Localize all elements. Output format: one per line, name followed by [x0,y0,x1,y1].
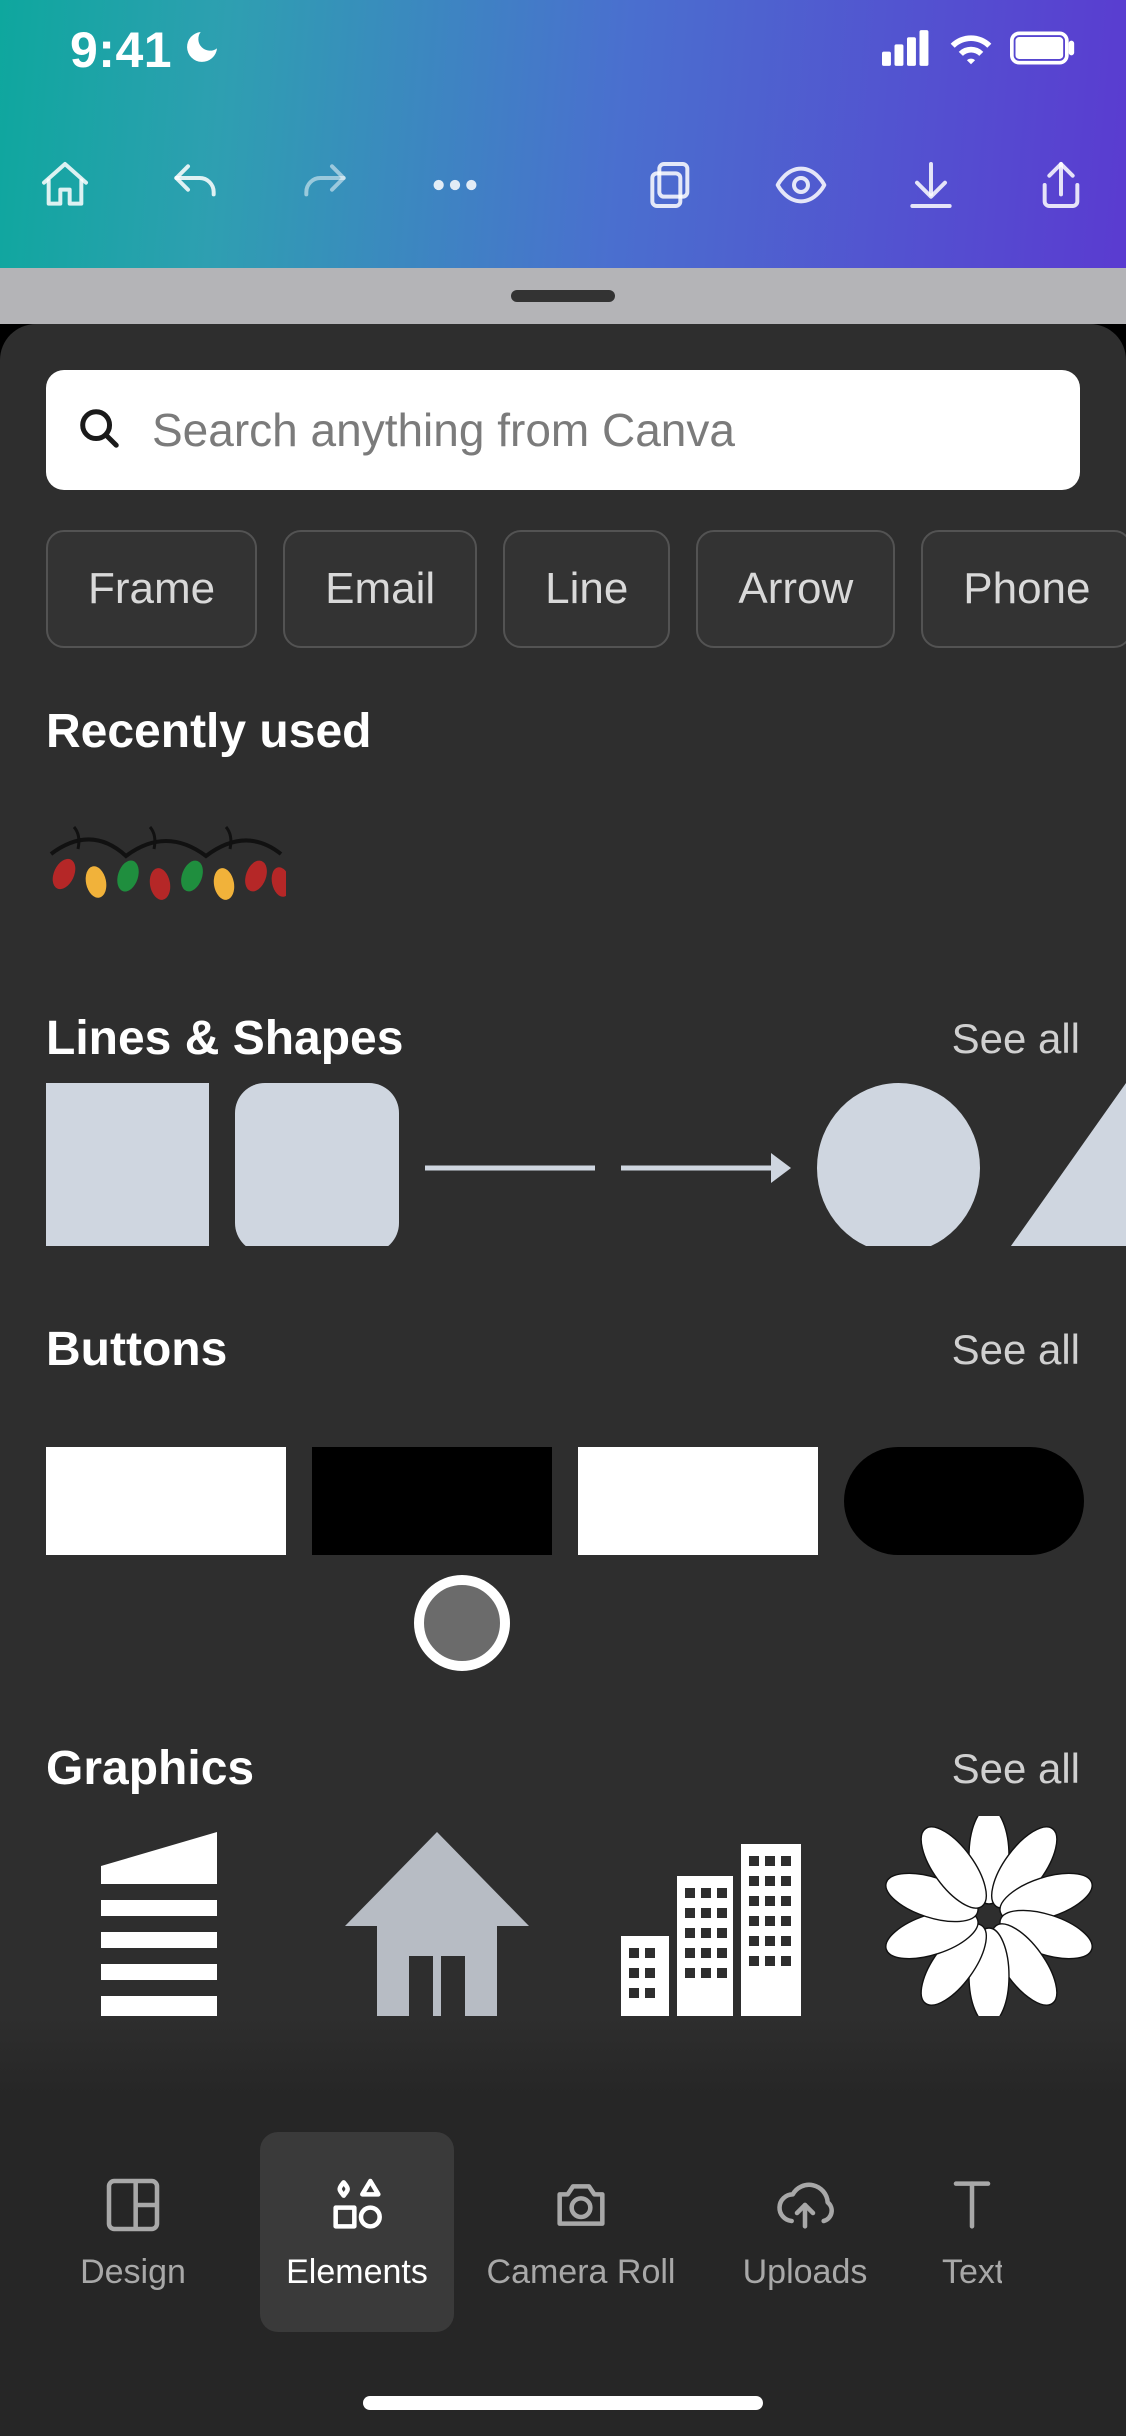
battery-icon [1010,31,1076,70]
see-all-lines[interactable]: See all [952,1015,1080,1063]
nav-label: Uploads [743,2253,868,2292]
element-triangle[interactable] [1006,1083,1126,1246]
nav-label: Design [80,2253,186,2292]
element-button-white-rect[interactable] [46,1447,286,1555]
editor-toolbar [0,120,1126,250]
section-title-graphics: Graphics [46,1741,254,1796]
section-title-buttons: Buttons [46,1322,227,1377]
nav-elements[interactable]: Elements [260,2132,454,2332]
more-button[interactable] [390,145,520,225]
nav-uploads[interactable]: Uploads [708,2132,902,2332]
chip-email[interactable]: Email [283,530,477,648]
home-button[interactable] [0,145,130,225]
section-title-lines: Lines & Shapes [46,1011,403,1066]
share-button[interactable] [996,145,1126,225]
graphics-row [0,1796,1126,2016]
chip-frame[interactable]: Frame [46,530,257,648]
element-button-black-pill[interactable] [844,1447,1084,1555]
moon-icon [182,21,222,79]
element-graphic-flower[interactable] [874,1816,1104,2016]
nav-text[interactable]: Text [932,2132,1012,2332]
redo-button[interactable] [260,145,390,225]
nav-label: Elements [286,2253,428,2292]
buttons-row [46,1447,1126,1555]
element-button-black-rect[interactable] [312,1447,552,1555]
element-arrow[interactable] [621,1083,791,1246]
element-graphic-house[interactable] [322,1816,552,2016]
suggestion-chips: Frame Email Line Arrow Phone Instagram [0,490,1126,648]
element-button-white-rect-2[interactable] [578,1447,818,1555]
home-indicator[interactable] [363,2396,763,2410]
app-header: 9:41 [0,0,1126,268]
element-rounded-square[interactable] [235,1083,398,1246]
nav-label: Text [942,2253,1002,2292]
element-square[interactable] [46,1083,209,1246]
see-all-graphics[interactable]: See all [952,1745,1080,1793]
nav-camera-roll[interactable]: Camera Roll [484,2132,678,2332]
wifi-icon [948,25,994,76]
element-line[interactable] [425,1083,595,1246]
element-button-more[interactable] [1110,1447,1126,1555]
search-icon [76,405,122,456]
pages-button[interactable] [606,145,736,225]
cellular-icon [882,30,932,71]
chip-arrow[interactable]: Arrow [696,530,895,648]
element-graphic-city[interactable] [598,1816,828,2016]
chip-line[interactable]: Line [503,530,670,648]
sheet-grabber[interactable] [511,290,615,302]
search-input[interactable] [152,403,1050,457]
undo-button[interactable] [130,145,260,225]
bottom-nav: Design Elements Camera Roll [0,2096,1126,2436]
element-string-lights[interactable] [46,814,286,934]
status-time: 9:41 [70,21,172,79]
status-bar: 9:41 [0,0,1126,100]
shapes-row [0,1066,1126,1246]
element-circle[interactable] [817,1083,980,1246]
nav-label: Camera Roll [487,2253,676,2292]
search-field[interactable] [46,370,1080,490]
see-all-buttons[interactable]: See all [952,1326,1080,1374]
nav-design[interactable]: Design [36,2132,230,2332]
download-button[interactable] [866,145,996,225]
preview-button[interactable] [736,145,866,225]
elements-sheet: Frame Email Line Arrow Phone Instagram R… [0,324,1126,2436]
chip-phone[interactable]: Phone [921,530,1126,648]
section-title-recent: Recently used [46,704,371,759]
loading-indicator-icon [414,1575,510,1671]
element-graphic-building-1[interactable] [46,1816,276,2016]
